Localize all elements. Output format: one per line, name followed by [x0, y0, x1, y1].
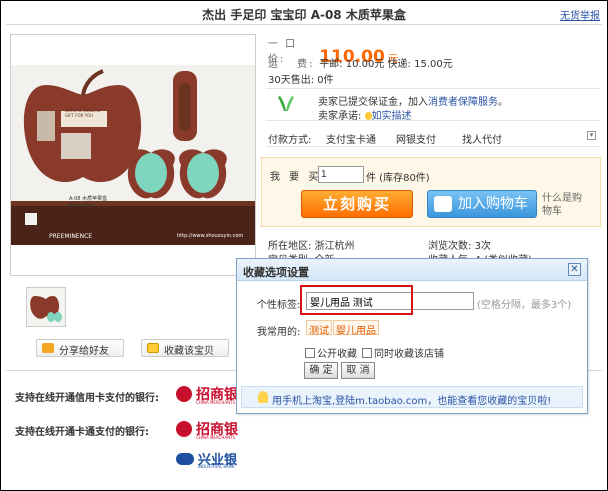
share-icon: [42, 343, 54, 353]
tag-hint: (空格分隔，最多3个): [477, 300, 572, 311]
lightbulb-icon: [258, 391, 268, 403]
thumbnail-image: [27, 288, 65, 326]
views-row: 浏览次数: 3次: [428, 237, 491, 252]
sold-text: 30天售出: 0件: [268, 75, 334, 86]
cmb-sub: CHINA MERCHANTS: [196, 400, 236, 405]
product-main-image[interactable]: A-08 木质苹果盒 Apple Box BORN IS SUBLIME GIF…: [10, 34, 256, 276]
cmb-logo-2[interactable]: 招商银 CHINA MERCHANTS: [176, 419, 246, 441]
confirm-button[interactable]: 确 定: [304, 362, 338, 379]
what-is-cart-link[interactable]: 什么是购物车: [542, 192, 582, 218]
cib-sub: INDUSTRIAL BANK: [198, 464, 235, 469]
dialog-footer: 用手机上淘宝,登陆m.taobao.com，也能查看您收藏的宝贝啦!: [241, 386, 583, 408]
image-site-url: http://www.shouzuyin.com: [177, 233, 244, 239]
favorite-label: 收藏该宝贝: [164, 346, 214, 357]
buy-area: 我 要 买: 件 (库存80件) 立刻购买 加入购物车 什么是购物车: [261, 157, 601, 227]
share-label: 分享给好友: [59, 346, 109, 357]
cart-icon: [434, 196, 452, 212]
dialog-title: 收藏选项设置: [243, 266, 309, 279]
add-to-cart-button[interactable]: 加入购物车: [427, 190, 537, 218]
favorite-options-dialog: 收藏选项设置 ✕ 个性标签: (空格分隔，最多3个) 我常用的: 测试 婴儿用品…: [236, 258, 588, 414]
cmb-logo-icon: [176, 386, 192, 402]
mobile-taobao-link[interactable]: 用手机上淘宝,登陆m.taobao.com，也能查看您收藏的宝贝啦!: [272, 392, 551, 407]
used-tag-test[interactable]: 测试: [306, 320, 332, 337]
used-tag-baby[interactable]: 婴儿用品: [333, 320, 379, 337]
cancel-button[interactable]: 取 消: [341, 362, 375, 379]
trust-box: 卖家已提交保证金，加入消费者保障服务。 卖家承诺: 如实描述: [266, 88, 600, 122]
cmb-sub: CHINA MERCHANTS: [196, 435, 236, 440]
sold-row: 30天售出: 0件: [268, 71, 334, 86]
shipping-label: 运 费:: [268, 59, 315, 70]
public-checkbox-row[interactable]: 公开收藏: [305, 345, 357, 360]
also-shop-label: 同时收藏该店铺: [374, 349, 444, 360]
guarantee-hands-icon: [278, 96, 294, 111]
buy-now-button[interactable]: 立刻购买: [301, 190, 413, 218]
image-caption-cn: A-08 木质苹果盒: [69, 196, 108, 202]
add-to-cart-label: 加入购物车: [458, 196, 528, 212]
trust-line: 卖家已提交保证金，加入消费者保障服务。: [318, 93, 508, 108]
quantity-input[interactable]: [318, 166, 364, 183]
promise-label: 卖家承诺:: [318, 111, 362, 122]
payment-label: 付款方式:: [268, 135, 312, 146]
public-checkbox[interactable]: [305, 348, 315, 358]
cmb-logo-icon: [176, 421, 192, 437]
share-button[interactable]: 分享给好友: [36, 339, 124, 357]
cib-logo-icon: [176, 453, 194, 465]
product-title: 杰出 手足印 宝宝印 A-08 木质苹果盒: [202, 8, 406, 22]
describe-honestly-link[interactable]: 如实描述: [372, 111, 412, 122]
tag-label: 个性标签:: [257, 300, 301, 311]
payment-option-netbank[interactable]: 网银支付: [396, 131, 436, 146]
consumer-protection-link[interactable]: 消费者保障服务: [428, 97, 498, 108]
trust-suffix: 。: [498, 97, 508, 108]
title-divider: [6, 24, 602, 25]
stock-text: 件 (库存80件): [366, 173, 430, 184]
image-brand: PREEMINENCE: [49, 233, 93, 240]
highlight-box: [300, 285, 413, 315]
report-link[interactable]: 无货举报: [560, 7, 600, 22]
payment-option-proxy[interactable]: 找人代付: [462, 131, 502, 146]
close-icon[interactable]: ✕: [568, 263, 581, 276]
bulb-icon: [364, 112, 372, 120]
shipping-row: 运 费: 平邮: 10.00元 快递: 15.00元: [268, 55, 453, 70]
apple-box-photo: [11, 65, 255, 245]
payment-option-alipay-card[interactable]: 支付宝卡通: [326, 131, 376, 146]
payment-row: 付款方式: 支付宝卡通 网银支付 找人代付 ▾: [266, 127, 600, 147]
shipping-text: 平邮: 10.00元 快递: 15.00元: [319, 59, 453, 70]
collect-row: 收藏人气: 4 (类似收藏): [428, 251, 532, 258]
promise-line: 卖家承诺: 如实描述: [318, 107, 412, 122]
dialog-header: 收藏选项设置 ✕: [237, 259, 587, 281]
also-favorite-shop-checkbox[interactable]: [362, 348, 372, 358]
debit-bank-label: 支持在线开通卡通支付的银行:: [15, 427, 149, 438]
credit-bank-label: 支持在线开通信用卡支付的银行:: [15, 393, 159, 404]
location-row: 所在地区: 浙江杭州: [268, 237, 355, 252]
public-label: 公开收藏: [317, 349, 357, 360]
shop-checkbox-row[interactable]: 同时收藏该店铺: [362, 345, 444, 360]
used-tags-label: 我常用的:: [257, 327, 301, 338]
favorite-button[interactable]: 收藏该宝贝: [141, 339, 229, 357]
category-row: 宝贝类别: 全新: [268, 251, 335, 258]
image-caption-en: Apple Box: [69, 203, 95, 209]
cib-logo[interactable]: 兴业银 INDUSTRIAL BANK: [176, 449, 246, 471]
plaque-text: BORN IS SUBLIME GIFT FOR YOU: [65, 108, 101, 118]
expand-icon[interactable]: ▾: [587, 131, 596, 140]
product-thumbnail[interactable]: [26, 287, 66, 327]
favorite-icon: [147, 343, 159, 353]
